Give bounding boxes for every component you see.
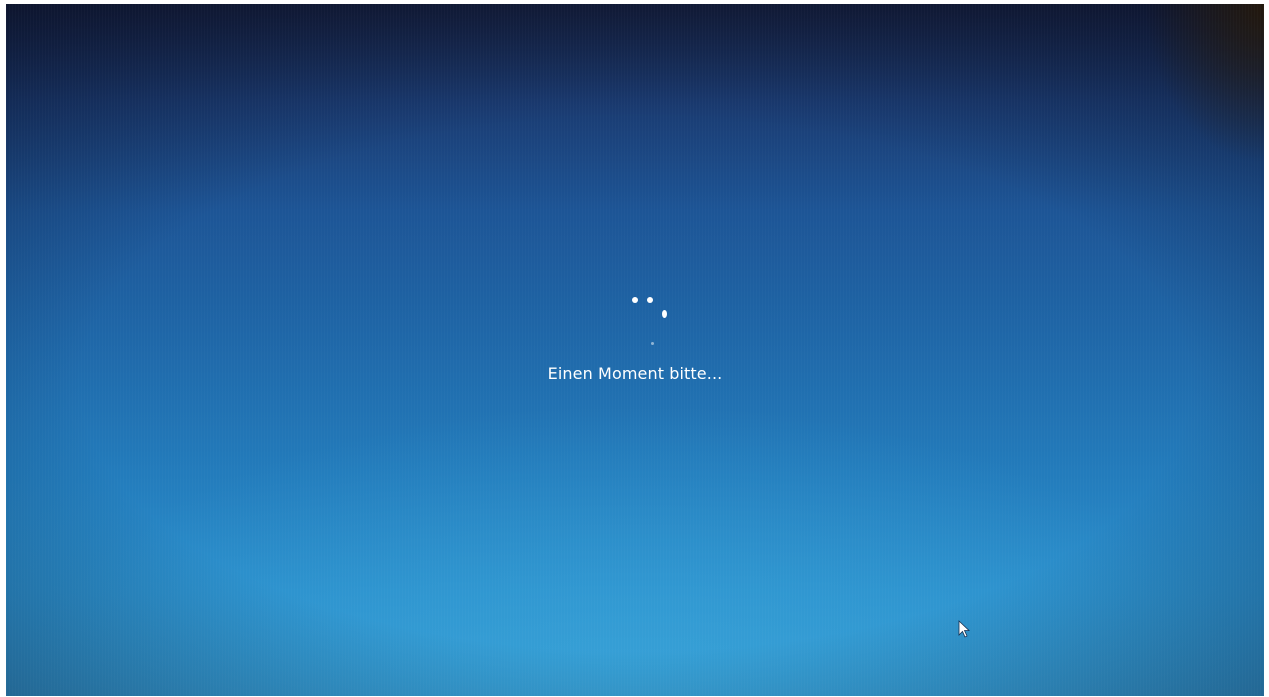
spinner-dot [632, 297, 638, 303]
spinner-dot [662, 310, 667, 318]
loading-screen: Einen Moment bitte... [6, 4, 1264, 696]
screen-texture [6, 4, 1264, 696]
spinner-dot [647, 297, 653, 303]
screen-glare [1144, 4, 1264, 164]
loading-spinner-icon [627, 292, 675, 348]
spinner-dot [651, 342, 654, 345]
mouse-pointer-icon [958, 620, 970, 638]
status-message: Einen Moment bitte... [547, 364, 723, 383]
